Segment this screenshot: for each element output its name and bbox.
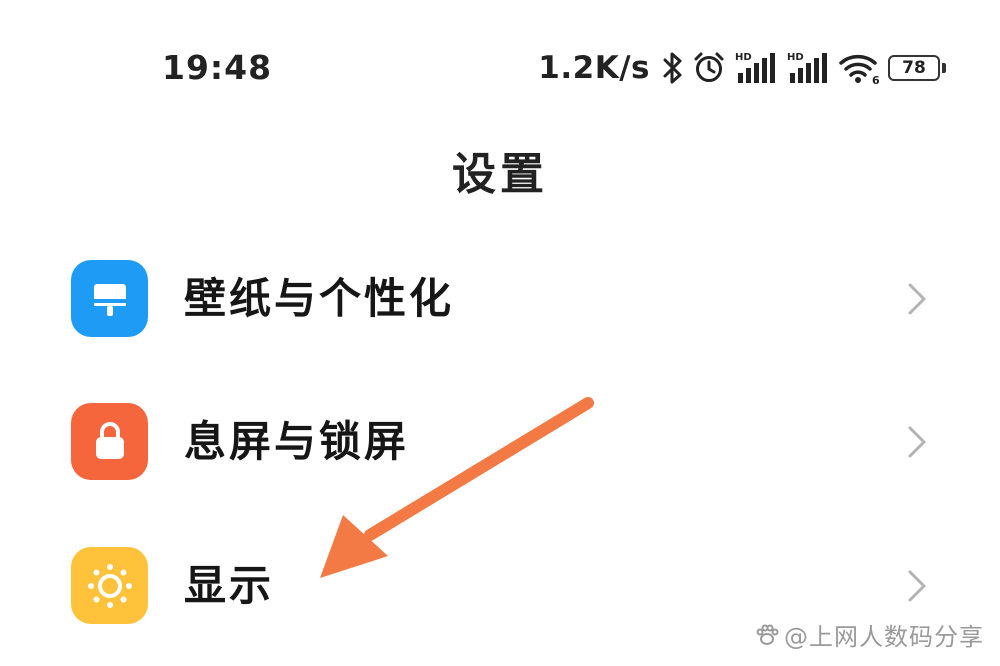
page-title: 设置 [452,149,548,200]
signal-hd-badge: HD [787,52,804,63]
bluetooth-icon [663,52,682,84]
settings-item-label: 显示 [184,561,275,610]
alarm-icon [694,52,724,82]
chevron-right-icon [908,426,926,458]
watermark-text: @上网人数码分享 [784,623,984,651]
status-time: 19:48 [162,48,273,87]
battery-level: 78 [888,55,940,81]
status-icons: 1.2K/s HD HD 6 78 [538,46,948,90]
signal-hd-icon: HD [735,52,775,83]
settings-item-label: 息屏与锁屏 [184,417,410,466]
battery-icon: 78 [888,54,948,82]
signal-hd-icon: HD [787,52,827,83]
settings-item-wallpaper[interactable]: 壁纸与个性化 [0,243,1000,353]
chevron-right-icon [908,283,926,315]
network-speed: 1.2K/s [538,50,650,86]
wallpaper-brush-icon [71,260,148,337]
chevron-right-icon [908,570,926,602]
wifi-badge: 6 [872,74,880,85]
watermark: @上网人数码分享 [754,617,984,652]
wifi-icon: 6 [839,55,880,85]
settings-item-label: 壁纸与个性化 [184,274,455,323]
settings-item-lockscreen[interactable]: 息屏与锁屏 [0,386,1000,496]
paw-icon [756,624,779,645]
sun-icon [71,547,148,624]
lock-icon [71,403,148,480]
status-bar: 19:48 1.2K/s HD HD 6 78 [0,40,1000,96]
signal-hd-badge: HD [735,52,752,63]
